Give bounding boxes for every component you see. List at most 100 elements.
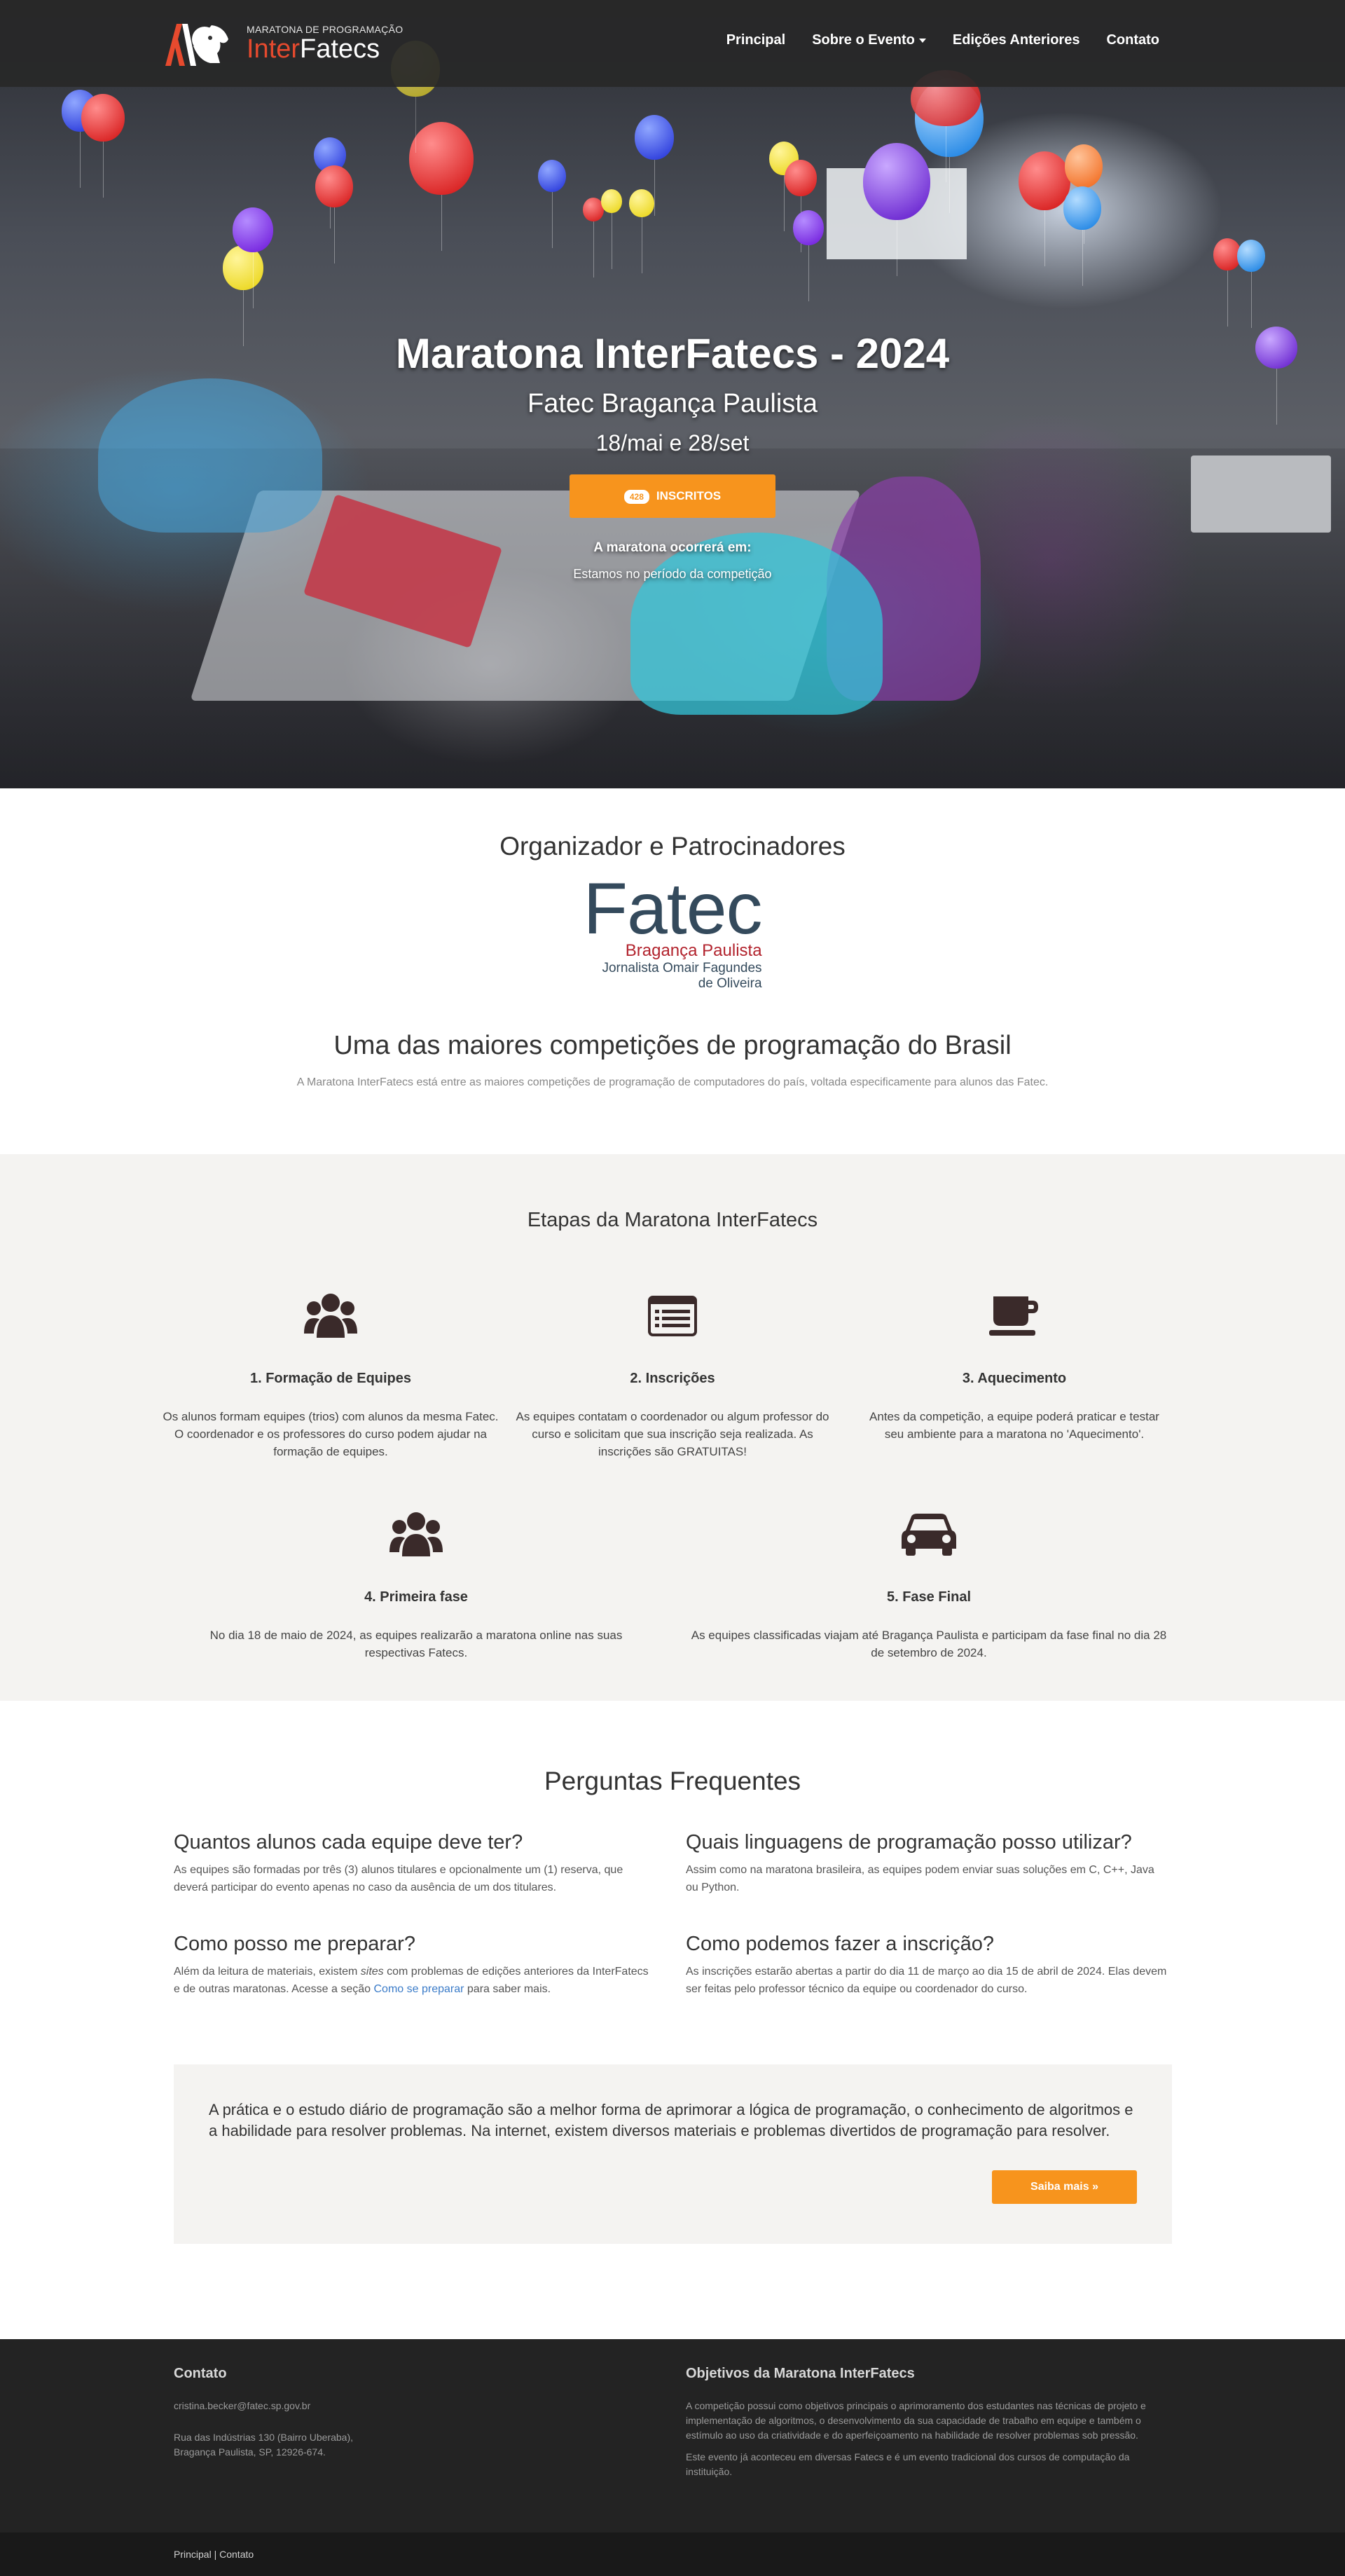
footer: Contato cristina.becker@fatec.sp.gov.br … [0,2339,1345,2533]
interfatecs-mark-icon [161,18,240,69]
balloon-icon [793,210,824,301]
nav-principal[interactable]: Principal [726,32,785,48]
inscritos-label: INSCRITOS [656,489,722,502]
saiba-mais-button[interactable]: Saiba mais » [992,2170,1137,2204]
hero-banner: Maratona InterFatecs - 2024 Fatec Bragan… [0,0,1345,788]
balloon-icon [1237,240,1265,328]
fatec-logo-word: Fatec [583,868,762,950]
list-icon [514,1288,831,1344]
step-text: As equipes classificadas viajam até Brag… [691,1629,1167,1659]
balloon-icon [1019,151,1070,266]
brand-logo[interactable]: MARATONA DE PROGRAMAÇÃO InterFatecs [161,18,403,69]
faq-answer: Além da leitura de materiais, existem si… [174,1966,649,1995]
faq-item: Como posso me preparar? Além da leitura … [174,1933,657,1998]
steps-row-2: 4. Primeira fase No dia 18 de maio de 20… [0,1507,1345,1662]
step-title: 3. Aquecimento [962,1371,1067,1386]
hero-dates: 18/mai e 28/set [595,430,750,455]
footer-contact: Contato cristina.becker@fatec.sp.gov.br … [174,2366,594,2460]
chevron-down-icon [918,38,926,43]
step-text: Os alunos formam equipes (trios) com alu… [163,1410,499,1458]
hero-title: Maratona InterFatecs - 2024 [395,330,950,377]
steps-row-1: 1. Formação de Equipes Os alunos formam … [0,1288,1345,1460]
balloon-icon [785,160,817,252]
step-text: Antes da competição, a equipe poderá pra… [869,1410,1159,1441]
faq-item: Quantos alunos cada equipe deve ter? As … [174,1831,657,1896]
footer-address-line2: Bragança Paulista, SP, 12926-674. [174,2446,326,2458]
footer-goals-text: A competição possui como objetivos princ… [686,2400,1146,2441]
footer-link-contato[interactable]: Contato [219,2549,254,2560]
hero-subtitle: Fatec Bragança Paulista [527,389,818,418]
etapas-heading: Etapas da Maratona InterFatecs [527,1209,818,1231]
balloon-icon [863,143,930,276]
faq-heading: Perguntas Frequentes [544,1767,801,1795]
faq-answer: As inscrições estarão abertas a partir d… [686,1966,1167,1995]
fatec-logo-name-line2: de Oliveira [698,976,762,991]
balloon-icon [315,165,353,263]
footer-goals-heading: Objetivos da Maratona InterFatecs [686,2366,915,2381]
car-icon [687,1507,1171,1563]
balloon-icon [223,245,263,346]
balloon-icon [1063,186,1101,286]
users-icon [182,1507,650,1563]
fatec-logo-name-line1: Jornalista Omair Fagundes [602,961,762,975]
hero-content: Maratona InterFatecs - 2024 Fatec Bragan… [0,329,1345,582]
footer-link-principal[interactable]: Principal [174,2549,212,2560]
balloon-icon [409,122,474,251]
step-card: 5. Fase Final As equipes classificadas v… [672,1507,1185,1662]
step-title: 4. Primeira fase [364,1589,468,1605]
step-card: 2. Inscrições As equipes contatam o coor… [502,1288,843,1460]
brand-subtitle: MARATONA DE PROGRAMAÇÃO [247,24,404,35]
etapas-section: Etapas da Maratona InterFatecs 1. Formaç… [0,1154,1345,1701]
balloon-icon [601,189,622,269]
balloon-icon [81,94,125,198]
step-card: 4. Primeira fase No dia 18 de maio de 20… [160,1507,672,1662]
balloon-icon [629,189,654,273]
footer-links: Principal | Contato [174,2549,254,2560]
como-se-preparar-link[interactable]: Como se preparar [374,1983,464,1995]
step-title: 1. Formação de Equipes [249,1371,412,1386]
footer-bottom-bar: Principal | Contato [0,2533,1345,2576]
faq-question: Como posso me preparar? [174,1933,415,1955]
brand-title: InterFatecs [247,34,380,64]
faq-item: Como podemos fazer a inscrição? As inscr… [686,1933,1169,1998]
practice-callout-text: A prática e o estudo diário de programaç… [209,2101,1133,2139]
occurrence-label: A maratona ocorrerá em: [593,540,752,555]
nav-contato[interactable]: Contato [1106,32,1159,48]
balloon-icon [233,207,273,308]
step-text: No dia 18 de maio de 2024, as equipes re… [209,1629,623,1659]
competition-status: Estamos no período da competição [573,567,772,581]
users-icon [160,1288,502,1344]
nav-edicoes[interactable]: Edições Anteriores [953,32,1080,48]
fatec-braganca-logo[interactable]: Fatec Bragança Paulista Jornalista Omair… [583,868,762,992]
tagline-heading: Uma das maiores competições de programaç… [333,1031,1012,1060]
sponsors-section: Organizador e Patrocinadores Fatec Braga… [0,788,1345,1154]
faq-answer: As equipes são formadas por três (3) alu… [174,1864,623,1893]
faq-section: Perguntas Frequentes Quantos alunos cada… [0,1701,1345,2339]
step-title: 2. Inscrições [630,1371,715,1386]
faq-question: Quantos alunos cada equipe deve ter? [174,1831,523,1854]
balloon-icon [538,160,566,248]
footer-link-separator: | [211,2549,220,2560]
footer-address: Rua das Indústrias 130 (Bairro Uberaba),… [174,2430,594,2460]
navbar: MARATONA DE PROGRAMAÇÃO InterFatecs Prin… [0,0,1345,87]
footer-goals-text-2: Este evento já aconteceu em diversas Fat… [686,2451,1130,2477]
inscritos-button[interactable]: 428 INSCRITOS [570,474,775,518]
faq-item: Quais linguagens de programação posso ut… [686,1831,1169,1896]
footer-goals: Objetivos da Maratona InterFatecs A comp… [686,2366,1172,2479]
step-text: As equipes contatam o coordenador ou alg… [516,1410,829,1458]
main-nav: Principal Sobre o Evento Edições Anterio… [726,32,1159,48]
footer-email[interactable]: cristina.becker@fatec.sp.gov.br [174,2399,594,2413]
tagline-text: A Maratona InterFatecs está entre as mai… [296,1076,1049,1088]
sponsors-heading: Organizador e Patrocinadores [499,832,846,861]
faq-answer: Assim como na maratona brasileira, as eq… [686,1864,1154,1893]
step-card: 3. Aquecimento Antes da competição, a eq… [843,1288,1185,1460]
balloon-icon [635,115,674,216]
coffee-icon [862,1288,1167,1344]
practice-callout: A prática e o estudo diário de programaç… [174,2064,1172,2244]
nav-sobre-dropdown[interactable]: Sobre o Evento [812,32,926,48]
faq-question: Quais linguagens de programação posso ut… [686,1831,1132,1854]
step-card: 1. Formação de Equipes Os alunos formam … [160,1288,502,1460]
inscritos-count-badge: 428 [623,489,649,504]
footer-address-line1: Rua das Indústrias 130 (Bairro Uberaba), [174,2432,354,2443]
step-title: 5. Fase Final [886,1589,972,1605]
